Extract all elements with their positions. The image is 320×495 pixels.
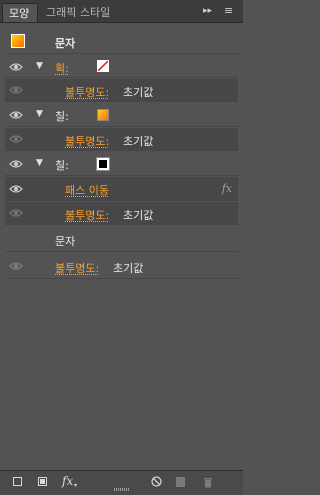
tab-appearance[interactable]: 모양 (2, 3, 38, 22)
gradient-swatch-icon[interactable] (97, 109, 109, 121)
opacity-key[interactable]: 불투명도: (65, 84, 109, 100)
opacity-key[interactable]: 불투명도: (65, 207, 109, 223)
fill-row-2[interactable]: ▼ 칠: (5, 152, 238, 176)
appearance-panel: 모양 그래픽 스타일 ▸▸ ≡ 문자 ▼ 획: 불투명도: 초기값 ▼ 칠: 불… (0, 0, 243, 495)
bottom-toolbar: fx ▾ (0, 470, 243, 495)
path-offset-effect-link[interactable]: 패스 이동 (65, 182, 109, 198)
opacity-key[interactable]: 불투명도: (65, 133, 109, 149)
effect-menu-chevron-icon[interactable]: ▾ (74, 479, 77, 492)
visibility-eye-icon[interactable] (9, 62, 23, 72)
add-new-stroke-icon[interactable] (13, 477, 22, 486)
tab-graphic-styles[interactable]: 그래픽 스타일 (40, 3, 158, 22)
visibility-eye-icon[interactable] (9, 134, 23, 144)
duplicate-item-icon[interactable] (176, 477, 185, 487)
delete-item-icon[interactable] (203, 476, 213, 491)
fill2-opacity-row[interactable]: 불투명도: 초기값 (5, 202, 238, 225)
characters-label: 문자 (55, 235, 76, 248)
opacity-value: 초기값 (113, 262, 144, 275)
expand-triangle-icon[interactable]: ▼ (36, 109, 43, 119)
visibility-eye-icon[interactable] (9, 110, 23, 120)
add-new-fill-icon[interactable] (38, 477, 47, 486)
fx-effect-icon[interactable]: fx (222, 182, 232, 195)
opacity-value: 초기값 (123, 209, 154, 222)
visibility-eye-icon[interactable] (9, 85, 23, 95)
tab-bar: 모양 그래픽 스타일 ▸▸ ≡ (0, 0, 243, 23)
stroke1-opacity-row[interactable]: 불투명도: 초기값 (5, 79, 238, 102)
resize-grip-icon[interactable] (114, 488, 130, 491)
fill-label[interactable]: 칠: (55, 157, 69, 173)
opacity-value: 초기값 (123, 135, 154, 148)
expand-triangle-icon[interactable]: ▼ (36, 61, 43, 71)
opacity-key[interactable]: 불투명도: (55, 260, 99, 276)
text-thumbnail-icon (11, 34, 25, 48)
opacity-value: 초기값 (123, 86, 154, 99)
visibility-eye-icon[interactable] (9, 261, 23, 271)
visibility-eye-icon[interactable] (9, 159, 23, 169)
appearance-header: 문자 (5, 28, 238, 54)
characters-row[interactable]: 문자 (5, 226, 238, 252)
fill-label[interactable]: 칠: (55, 108, 69, 124)
visibility-eye-icon[interactable] (9, 184, 23, 194)
header-title: 문자 (55, 37, 76, 50)
black-swatch-icon[interactable] (96, 157, 110, 171)
collapse-panel-icon[interactable]: ▸▸ (203, 4, 212, 18)
fill-row-1[interactable]: ▼ 칠: (5, 103, 238, 127)
add-new-effect-icon[interactable]: fx (62, 475, 73, 488)
clear-appearance-icon[interactable] (151, 476, 162, 490)
panel-menu-icon[interactable]: ≡ (224, 4, 233, 18)
path-offset-row[interactable]: 패스 이동 fx (5, 177, 238, 201)
expand-triangle-icon[interactable]: ▼ (36, 158, 43, 168)
stroke-label[interactable]: 획: (55, 60, 69, 76)
stroke-row-1[interactable]: ▼ 획: (5, 56, 238, 78)
fill1-opacity-row[interactable]: 불투명도: 초기값 (5, 128, 238, 151)
no-color-swatch-icon[interactable] (97, 60, 109, 72)
visibility-eye-icon[interactable] (9, 208, 23, 218)
characters-opacity-row[interactable]: 불투명도: 초기값 (5, 253, 238, 279)
